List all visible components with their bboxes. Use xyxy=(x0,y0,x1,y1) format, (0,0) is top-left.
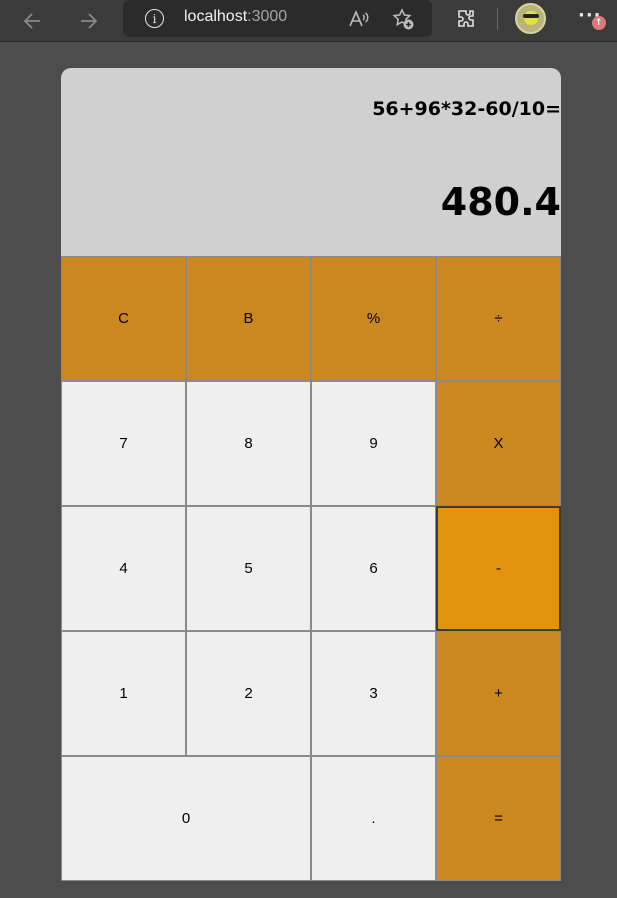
digit-1-button[interactable]: 1 xyxy=(61,631,186,756)
site-info-icon[interactable]: i xyxy=(145,9,164,28)
arrow-left-icon xyxy=(23,13,40,29)
calculator: 56+96*32-60/10= 480.4 C B % ÷ 7 8 9 X 4 … xyxy=(61,68,561,881)
avatar-glasses xyxy=(523,14,539,18)
result-text: 480.4 xyxy=(440,180,561,224)
subtract-button[interactable]: - xyxy=(436,506,561,631)
digit-4-button[interactable]: 4 xyxy=(61,506,186,631)
digit-8-button[interactable]: 8 xyxy=(186,381,311,506)
decimal-button[interactable]: . xyxy=(311,756,436,881)
digit-2-button[interactable]: 2 xyxy=(186,631,311,756)
back-button[interactable] xyxy=(17,5,49,37)
digit-0-button[interactable]: 0 xyxy=(61,756,311,881)
calculator-display: 56+96*32-60/10= 480.4 xyxy=(61,68,561,256)
digit-9-button[interactable]: 9 xyxy=(311,381,436,506)
digit-7-button[interactable]: 7 xyxy=(61,381,186,506)
expression-text: 56+96*32-60/10= xyxy=(372,98,561,120)
address-bar[interactable]: i localhost:3000 xyxy=(123,0,432,37)
percent-button[interactable]: % xyxy=(311,256,436,381)
keypad: C B % ÷ 7 8 9 X 4 5 6 - 1 2 3 + 0 . = xyxy=(61,256,561,881)
extensions-icon[interactable] xyxy=(454,7,478,31)
divide-button[interactable]: ÷ xyxy=(436,256,561,381)
url-text[interactable]: localhost:3000 xyxy=(184,8,287,26)
backspace-button[interactable]: B xyxy=(186,256,311,381)
profile-avatar[interactable] xyxy=(515,3,546,34)
url-port: :3000 xyxy=(247,8,288,25)
digit-5-button[interactable]: 5 xyxy=(186,506,311,631)
multiply-button[interactable]: X xyxy=(436,381,561,506)
url-host: localhost xyxy=(184,8,248,25)
read-aloud-icon[interactable] xyxy=(348,8,370,30)
digit-6-button[interactable]: 6 xyxy=(311,506,436,631)
forward-button[interactable] xyxy=(72,5,104,37)
toolbar-divider xyxy=(497,8,498,30)
browser-toolbar: i localhost:3000 ··· ↑ xyxy=(0,0,617,42)
digit-3-button[interactable]: 3 xyxy=(311,631,436,756)
add-button[interactable]: + xyxy=(436,631,561,756)
settings-more-button[interactable]: ··· ↑ xyxy=(578,5,608,31)
clear-button[interactable]: C xyxy=(61,256,186,381)
arrow-right-icon xyxy=(81,13,98,29)
update-badge-icon: ↑ xyxy=(592,16,606,30)
add-favorite-icon[interactable] xyxy=(391,7,415,31)
equals-button[interactable]: = xyxy=(436,756,561,881)
